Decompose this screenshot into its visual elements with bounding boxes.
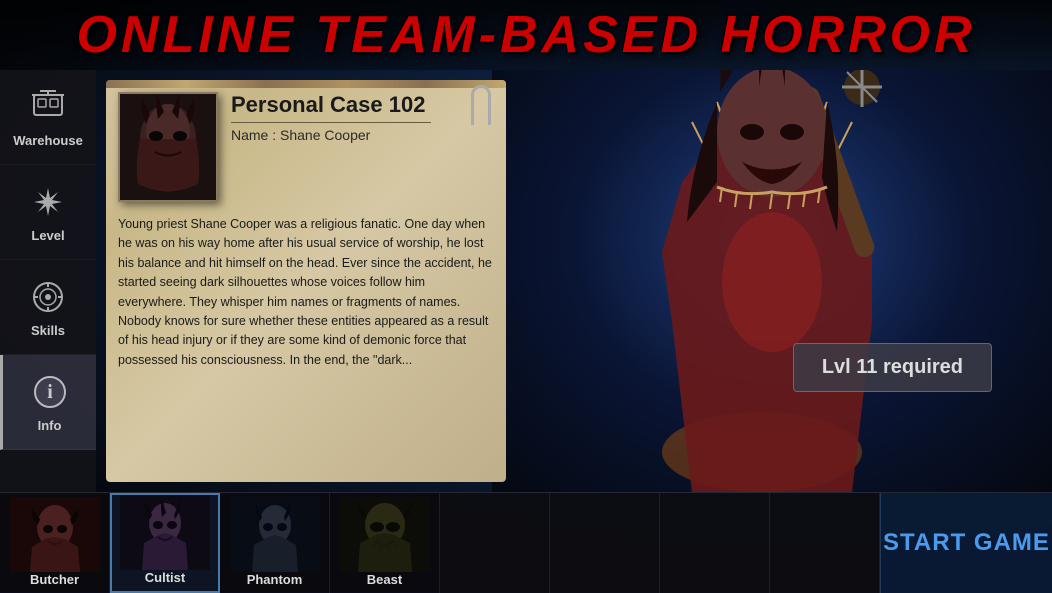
character-slot-butcher[interactable]: Butcher — [0, 493, 110, 593]
start-game-label: START GAME — [883, 529, 1050, 557]
info-icon: i — [30, 372, 70, 412]
sidebar-item-level[interactable]: Level — [0, 165, 96, 260]
char-slot-empty-4 — [770, 493, 880, 593]
char-name-butcher: Butcher — [30, 572, 79, 587]
portrait-container — [118, 92, 218, 202]
title-bar: ONLINE TEAM-BASED HORROR — [0, 0, 1052, 70]
lvl-required-text: Lvl 11 required — [822, 356, 963, 378]
svg-text:i: i — [47, 381, 53, 403]
skills-icon — [28, 277, 68, 317]
bottom-bar: Butcher Cultist — [0, 492, 1052, 592]
case-name-line: Name : Shane Cooper — [231, 127, 496, 143]
char-slot-empty-2 — [550, 493, 660, 593]
char-thumb-butcher — [0, 497, 109, 572]
sidebar-item-warehouse[interactable]: Warehouse — [0, 70, 96, 165]
case-panel-torn — [106, 80, 506, 88]
sidebar-label-skills: Skills — [31, 323, 65, 338]
char-slot-empty-1 — [440, 493, 550, 593]
lvl-required-box: Lvl 11 required — [793, 343, 992, 392]
main-title: ONLINE TEAM-BASED HORROR — [76, 5, 975, 65]
char-slot-empty-3 — [660, 493, 770, 593]
case-panel-inner: Personal Case 102 Name : Shane Cooper Yo… — [106, 80, 506, 482]
sidebar: Warehouse Level Skills — [0, 70, 96, 492]
char-thumb-cultist — [112, 495, 218, 570]
char-thumb-beast — [330, 497, 439, 572]
case-header: Personal Case 102 Name : Shane Cooper — [231, 92, 496, 143]
case-text: Young priest Shane Cooper was a religiou… — [118, 215, 494, 472]
content-area: Lvl 11 required — [96, 70, 1052, 492]
warehouse-icon — [28, 87, 68, 127]
sidebar-label-level: Level — [31, 228, 64, 243]
char-thumb-phantom — [220, 497, 329, 572]
monster-area: Lvl 11 required — [492, 70, 1052, 492]
case-title: Personal Case 102 — [231, 92, 496, 118]
sidebar-label-warehouse: Warehouse — [13, 133, 83, 148]
char-name-phantom: Phantom — [247, 572, 303, 587]
sidebar-item-skills[interactable]: Skills — [0, 260, 96, 355]
char-name-beast: Beast — [367, 572, 402, 587]
level-icon — [28, 182, 68, 222]
character-slot-cultist[interactable]: Cultist — [110, 493, 220, 593]
case-subtitle-line — [231, 122, 431, 123]
sidebar-label-info: Info — [38, 418, 62, 433]
char-name-cultist: Cultist — [145, 570, 185, 585]
character-slot-beast[interactable]: Beast — [330, 493, 440, 593]
character-slot-phantom[interactable]: Phantom — [220, 493, 330, 593]
portrait-image — [120, 94, 216, 200]
monster-figure-svg — [532, 70, 1012, 492]
sidebar-item-info[interactable]: i Info — [0, 355, 96, 450]
case-panel: Personal Case 102 Name : Shane Cooper Yo… — [106, 80, 506, 482]
start-game-button[interactable]: START GAME — [880, 493, 1052, 593]
